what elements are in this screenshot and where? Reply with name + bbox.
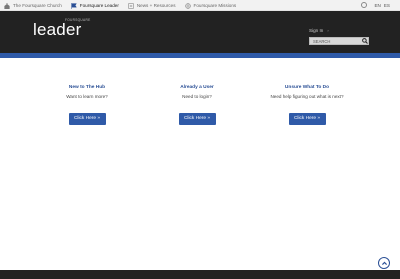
lang-en[interactable]: EN xyxy=(374,3,380,8)
click-here-button[interactable]: Click Here » xyxy=(178,113,216,125)
topnav-item-leader[interactable]: Foursquare Leader xyxy=(71,1,119,10)
topnav-item-missions[interactable]: Foursquare Missions xyxy=(184,1,237,10)
sign-in-label: Sign In xyxy=(309,28,324,33)
search-input[interactable] xyxy=(310,38,358,44)
language-globe-icon xyxy=(361,2,368,8)
scroll-to-top-button[interactable] xyxy=(378,257,390,269)
column-already-user: Already a User Need to login? Click Here… xyxy=(142,85,252,125)
language-switcher: EN ES xyxy=(361,2,390,8)
site-header: FOURSQUARE leader Sign In › xyxy=(0,11,400,53)
topnav-item-church[interactable]: The Foursquare Church xyxy=(4,1,62,10)
logo-main-text: leader xyxy=(33,20,82,39)
lang-es[interactable]: ES xyxy=(384,3,390,8)
globe-icon xyxy=(184,2,191,9)
column-new-to-hub: New to The Hub Want to learn more? Click… xyxy=(32,85,142,125)
column-unsure: Unsure What To Do Need help figuring out… xyxy=(252,85,362,125)
column-subtitle: Want to learn more? xyxy=(66,94,108,99)
column-subtitle: Need to login? xyxy=(182,94,212,99)
logo-small-text: FOURSQUARE xyxy=(65,18,91,22)
chevron-right-icon: › xyxy=(327,28,329,33)
column-subtitle: Need help figuring out what is next? xyxy=(270,94,344,99)
topnav-item-news[interactable]: News + Resources xyxy=(128,1,176,10)
topnav-label: News + Resources xyxy=(136,3,176,8)
site-footer xyxy=(0,270,400,279)
column-title: Unsure What To Do xyxy=(284,85,330,90)
column-title: Already a User xyxy=(180,85,214,90)
column-title: New to The Hub xyxy=(68,85,106,90)
site-logo[interactable]: FOURSQUARE leader xyxy=(33,18,90,39)
search-box xyxy=(309,37,369,45)
sign-in-link[interactable]: Sign In › xyxy=(309,28,329,33)
top-utility-bar: The Foursquare Church Foursquare Leader … xyxy=(0,0,400,11)
flag-icon xyxy=(71,2,77,9)
accent-bar xyxy=(0,53,400,58)
church-icon xyxy=(4,2,10,9)
search-button[interactable] xyxy=(361,38,368,45)
click-here-button[interactable]: Click Here » xyxy=(288,113,326,125)
chevron-up-icon xyxy=(381,261,387,265)
news-icon xyxy=(128,2,134,9)
click-here-button[interactable]: Click Here » xyxy=(68,113,106,125)
topnav-label: The Foursquare Church xyxy=(13,3,62,8)
topnav-label: Foursquare Leader xyxy=(79,3,119,8)
search-icon xyxy=(361,38,368,44)
topnav-label: Foursquare Missions xyxy=(193,3,237,8)
site-switcher: The Foursquare Church Foursquare Leader … xyxy=(4,1,245,10)
